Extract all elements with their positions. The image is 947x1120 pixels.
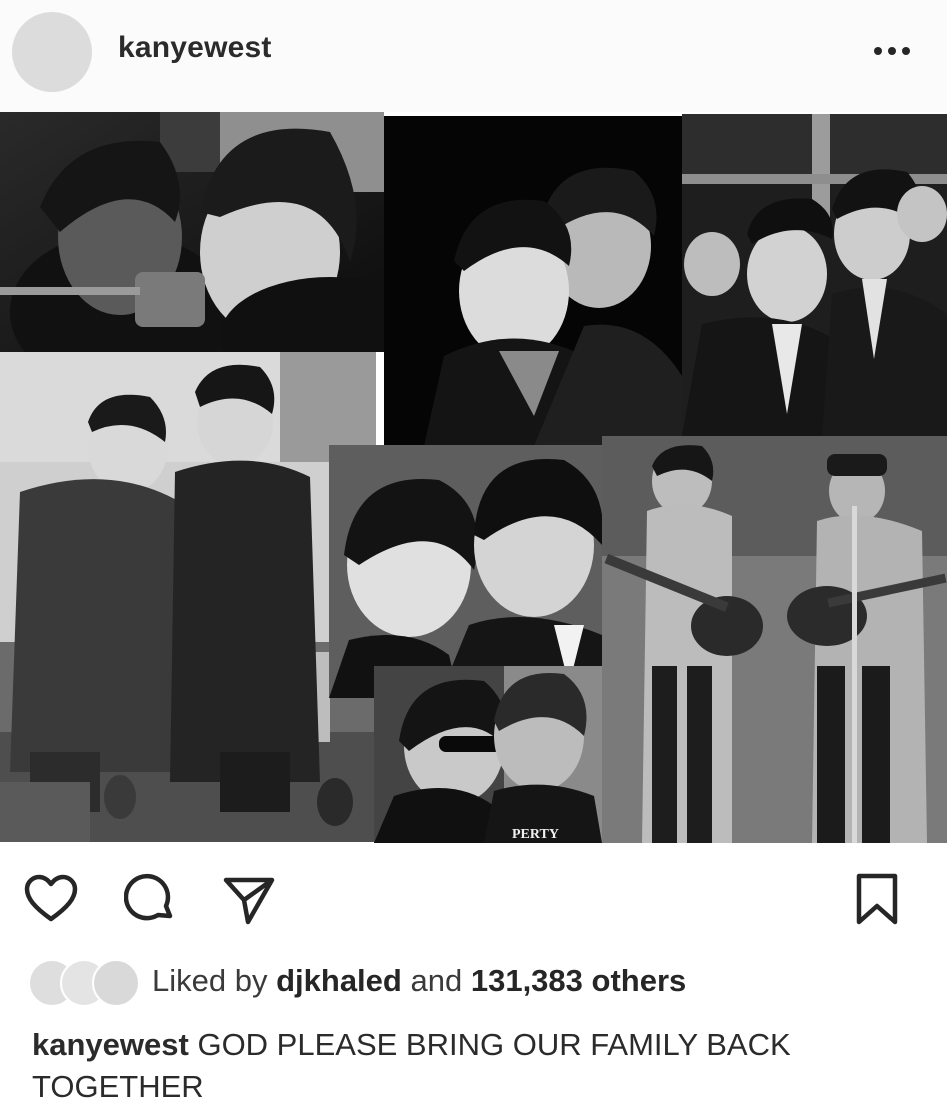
- collage-photo-mic: [0, 112, 384, 352]
- profile-avatar[interactable]: [12, 12, 92, 92]
- post-username[interactable]: kanyewest: [118, 31, 272, 65]
- post-photo-collage[interactable]: PERTY: [0, 112, 947, 843]
- share-button[interactable]: [222, 872, 276, 926]
- collage-photo-closeup-faces: [329, 445, 602, 698]
- liker-avatar: [92, 959, 140, 1007]
- comment-icon: [124, 873, 173, 921]
- collage-overlay-text: PERTY: [512, 827, 559, 842]
- likes-row: Liked by djkhaled and 131,383 others: [0, 955, 947, 1007]
- likes-count[interactable]: 131,383: [471, 963, 583, 998]
- bookmark-icon: [856, 873, 898, 925]
- collage-photo-stage-guitars: [602, 436, 947, 843]
- likes-summary[interactable]: Liked by djkhaled and 131,383 others: [152, 963, 686, 999]
- like-button[interactable]: [24, 872, 78, 926]
- likes-prefix: Liked by: [152, 963, 268, 998]
- post-caption: kanyewest GOD PLEASE BRING OUR FAMILY BA…: [32, 1024, 912, 1108]
- more-horizontal-icon: [874, 47, 910, 55]
- collage-photo-waving: [682, 114, 947, 436]
- comment-button[interactable]: [124, 872, 178, 926]
- heart-icon: [24, 874, 78, 922]
- liker-avatars[interactable]: [28, 959, 140, 1007]
- more-options-button[interactable]: [862, 34, 922, 68]
- caption-username[interactable]: kanyewest: [32, 1027, 189, 1062]
- likes-user[interactable]: djkhaled: [276, 963, 402, 998]
- post-action-bar: [0, 860, 947, 930]
- likes-connector: and: [410, 963, 463, 998]
- share-icon: [223, 877, 275, 925]
- collage-photo-lighting-cigarette: [0, 352, 376, 842]
- likes-suffix[interactable]: others: [592, 963, 687, 998]
- post-header: kanyewest: [0, 0, 947, 112]
- collage-photo-dark-portrait: [384, 116, 682, 446]
- save-button[interactable]: [850, 872, 904, 926]
- collage-photo-sunglasses: PERTY: [374, 666, 602, 843]
